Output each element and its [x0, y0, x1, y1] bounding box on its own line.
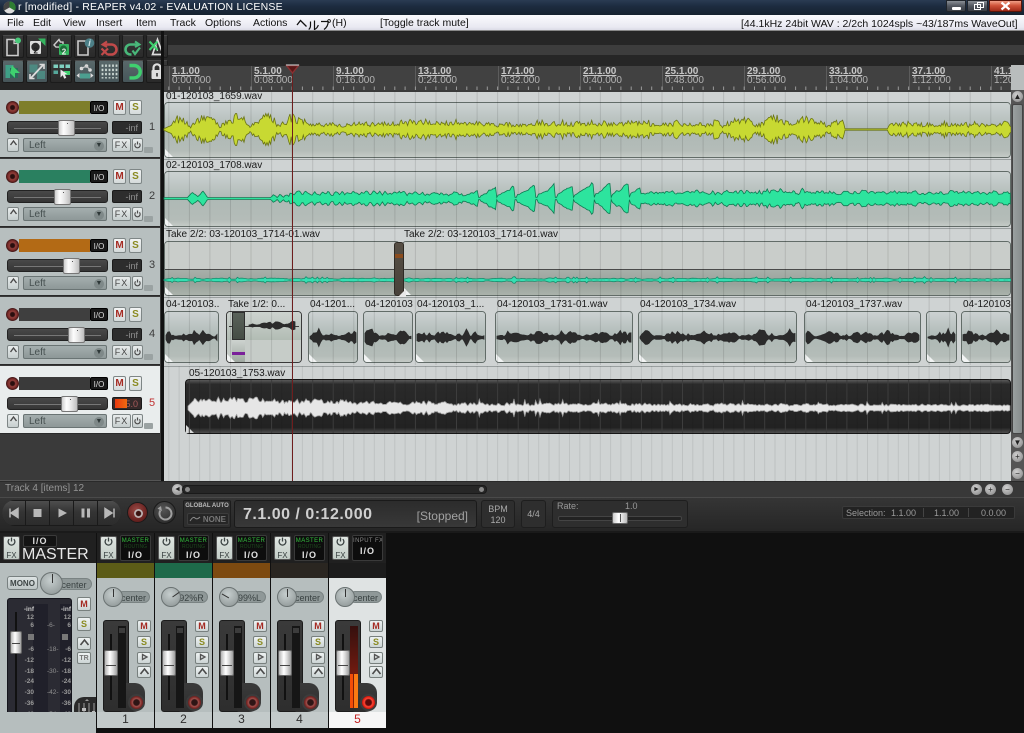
svg-text:-18: -18	[62, 668, 72, 675]
svg-text:-inf: -inf	[61, 606, 72, 613]
svg-text:-12: -12	[25, 657, 35, 664]
svg-text:-6-: -6-	[47, 622, 55, 629]
svg-text:-6: -6	[65, 646, 71, 653]
svg-text:-30: -30	[62, 689, 72, 696]
svg-text:-6: -6	[28, 646, 34, 653]
svg-text:6: 6	[30, 622, 34, 629]
svg-text:6: 6	[67, 622, 71, 629]
svg-text:-18: -18	[25, 668, 35, 675]
svg-text:-36: -36	[25, 700, 35, 707]
svg-text:-36: -36	[62, 700, 72, 707]
svg-text:-24: -24	[25, 678, 35, 685]
svg-text:-inf: -inf	[24, 606, 35, 613]
svg-text:-30-: -30-	[47, 668, 59, 675]
svg-text:12: 12	[27, 614, 35, 621]
svg-text:-12: -12	[62, 657, 72, 664]
svg-text:12: 12	[64, 614, 72, 621]
svg-text:-24: -24	[62, 678, 72, 685]
svg-text:-18-: -18-	[47, 646, 59, 653]
svg-text:-30: -30	[25, 689, 35, 696]
svg-text:-42-: -42-	[47, 689, 59, 696]
